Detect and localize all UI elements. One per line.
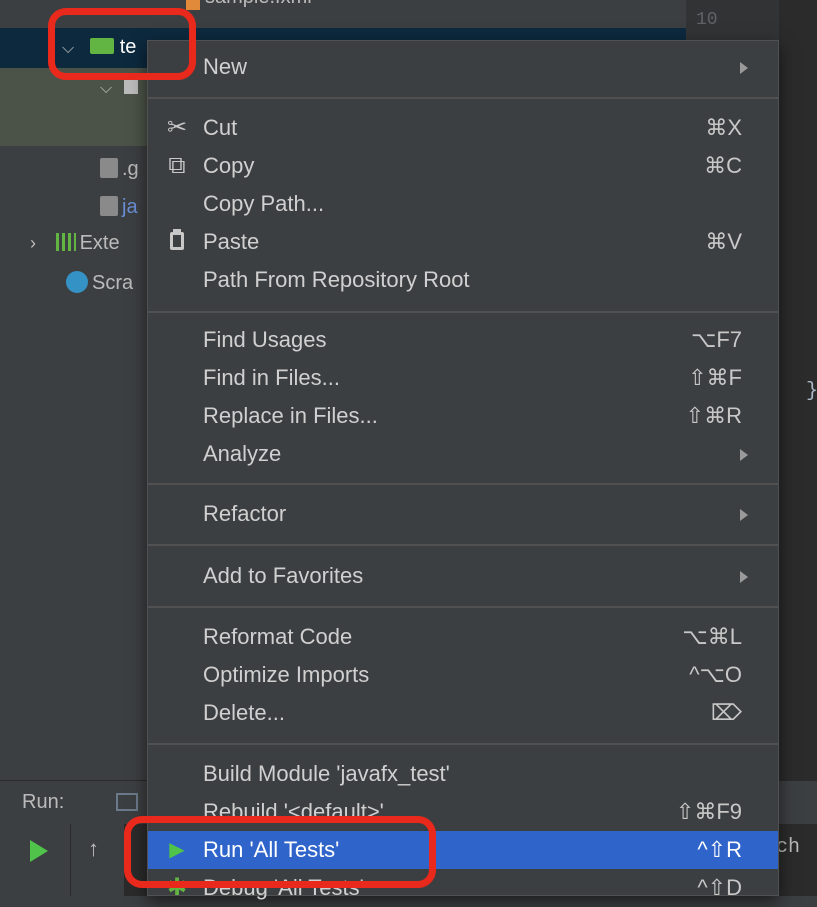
menu-item-shortcut: ⇧⌘F9 xyxy=(675,799,742,824)
menu-item-label: Add to Favorites xyxy=(203,563,364,588)
menu-item-add-to-favorites[interactable]: Add to Favorites xyxy=(148,557,778,595)
menu-item-shortcut: ⌘C xyxy=(704,153,742,178)
menu-item-shortcut: ⇧⌘R xyxy=(685,403,742,428)
submenu-arrow-icon xyxy=(740,449,748,461)
menu-item-label: Refactor xyxy=(203,501,287,526)
tree-item-external-libraries[interactable]: › Exte xyxy=(30,224,120,262)
menu-item-shortcut: ⌘V xyxy=(705,229,742,254)
code-brace: } xyxy=(806,380,817,403)
menu-item-label: Build Module 'javafx_test' xyxy=(203,761,450,786)
menu-item-label: Find in Files... xyxy=(203,365,340,390)
menu-separator xyxy=(148,97,778,99)
menu-item-copy-path[interactable]: Copy Path... xyxy=(148,185,778,223)
menu-item-optimize-imports[interactable]: Optimize Imports ^⌥O xyxy=(148,656,778,694)
ignored-file-icon xyxy=(100,158,118,178)
menu-item-label: Delete... xyxy=(203,700,285,725)
chevron-right-icon: › xyxy=(30,233,36,253)
menu-item-copy[interactable]: ⧉ Copy ⌘C xyxy=(148,147,778,185)
menu-separator xyxy=(148,483,778,485)
menu-item-new[interactable]: New xyxy=(148,48,778,86)
menu-item-delete[interactable]: Delete... ⌦ xyxy=(148,694,778,732)
menu-item-label: Cut xyxy=(203,115,238,140)
console-tab-icon[interactable] xyxy=(116,793,138,811)
menu-separator xyxy=(148,743,778,745)
menu-item-label: Reformat Code xyxy=(203,624,353,649)
menu-item-label: Copy xyxy=(203,153,255,178)
menu-item-cut[interactable]: ✂ Cut ⌘X xyxy=(148,109,778,147)
menu-item-find-usages[interactable]: Find Usages ⌥F7 xyxy=(148,321,778,359)
line-number: 10 xyxy=(696,10,718,30)
chevron-down-icon: ⌵ xyxy=(100,80,113,97)
console-text: ch xyxy=(776,836,801,859)
callout-highlight-test-folder xyxy=(48,8,196,80)
menu-item-find-in-files[interactable]: Find in Files... ⇧⌘F xyxy=(148,359,778,397)
submenu-arrow-icon xyxy=(740,571,748,583)
menu-item-label: Paste xyxy=(203,229,260,254)
menu-item-label: Optimize Imports xyxy=(203,662,370,687)
tree-item-label: Exte xyxy=(79,232,120,254)
arrow-up-icon[interactable]: ↑ xyxy=(88,836,99,862)
menu-item-label: Replace in Files... xyxy=(203,403,378,428)
menu-item-paste[interactable]: Paste ⌘V xyxy=(148,223,778,261)
menu-item-label: Find Usages xyxy=(203,327,327,352)
menu-item-path-from-repository-root[interactable]: Path From Repository Root xyxy=(148,261,778,299)
copy-icon: ⧉ xyxy=(168,152,186,179)
menu-separator xyxy=(148,544,778,546)
menu-item-build-module[interactable]: Build Module 'javafx_test' xyxy=(148,755,778,793)
run-label: Run: xyxy=(22,791,65,813)
fxml-file-icon xyxy=(186,0,200,10)
menu-item-shortcut: ⌥⌘L xyxy=(682,624,742,649)
tree-item-scratches[interactable]: Scra xyxy=(66,264,133,302)
menu-item-refactor[interactable]: Refactor xyxy=(148,495,778,533)
menu-item-analyze[interactable]: Analyze xyxy=(148,435,778,473)
tree-item-sample-fxml[interactable]: sample.fxml xyxy=(205,0,312,16)
menu-item-reformat-code[interactable]: Reformat Code ⌥⌘L xyxy=(148,618,778,656)
menu-item-shortcut: ^⇧D xyxy=(697,875,742,900)
submenu-arrow-icon xyxy=(740,62,748,74)
rerun-icon[interactable] xyxy=(30,840,48,862)
tree-item-label: Scra xyxy=(92,272,134,294)
package-icon xyxy=(123,80,138,94)
run-toolbar-divider xyxy=(70,824,71,896)
tree-item-gitignore[interactable]: .g xyxy=(100,150,139,188)
menu-item-label: Path From Repository Root xyxy=(203,267,470,292)
menu-item-shortcut: ⌥F7 xyxy=(690,327,742,352)
delete-key-icon: ⌦ xyxy=(710,700,742,725)
tree-item-iml[interactable]: ja xyxy=(100,188,138,226)
menu-item-replace-in-files[interactable]: Replace in Files... ⇧⌘R xyxy=(148,397,778,435)
scissors-icon: ✂ xyxy=(166,114,188,141)
menu-item-label: Copy Path... xyxy=(203,191,325,216)
submenu-arrow-icon xyxy=(740,509,748,521)
menu-item-label: New xyxy=(203,54,248,79)
callout-highlight-run-all-tests xyxy=(124,816,436,888)
menu-separator xyxy=(148,311,778,313)
menu-item-label: Analyze xyxy=(203,441,282,466)
menu-item-shortcut: ⇧⌘F xyxy=(688,365,742,390)
module-file-icon xyxy=(100,196,118,216)
tree-item-label: ja xyxy=(122,196,138,218)
context-menu: New ✂ Cut ⌘X ⧉ Copy ⌘C Copy Path... Past… xyxy=(147,40,779,901)
scratches-icon xyxy=(66,271,88,293)
tree-item-label: .g xyxy=(122,158,139,180)
menu-item-shortcut: ^⇧R xyxy=(697,837,742,862)
menu-separator xyxy=(148,606,778,608)
libraries-icon xyxy=(55,233,76,251)
menu-item-shortcut: ^⌥O xyxy=(689,662,742,687)
menu-item-shortcut: ⌘X xyxy=(705,115,742,140)
